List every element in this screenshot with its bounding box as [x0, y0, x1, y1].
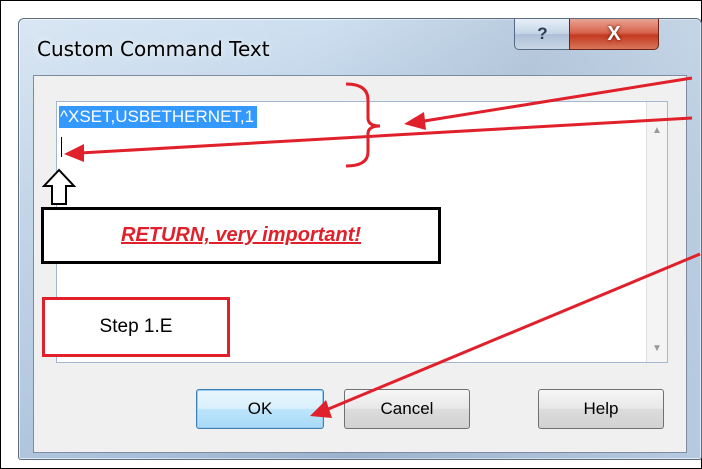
scroll-down-icon[interactable]: ▼: [647, 338, 667, 358]
step-label-box: Step 1.E: [42, 297, 230, 357]
cancel-button[interactable]: Cancel: [344, 389, 470, 429]
vertical-scrollbar[interactable]: ▲ ▼: [646, 102, 667, 362]
help-button[interactable]: Help: [538, 389, 664, 429]
scroll-up-icon[interactable]: ▲: [647, 120, 667, 140]
title-bar: Custom Command Text ? X: [19, 19, 701, 71]
ok-button[interactable]: OK: [196, 389, 324, 429]
return-note-callout: RETURN, very important!: [41, 207, 441, 264]
close-button[interactable]: X: [569, 19, 659, 50]
text-caret: [61, 137, 62, 157]
dialog-title: Custom Command Text: [37, 37, 270, 61]
close-icon: X: [607, 22, 621, 45]
question-icon: ?: [537, 24, 548, 43]
step-label-text: Step 1.E: [99, 316, 173, 337]
command-text-selected: ^XSET,USBETHERNET,1: [59, 106, 258, 128]
return-note-text: RETURN, very important!: [120, 224, 362, 246]
dialog-client-area: ^XSET,USBETHERNET,1 ▲ ▼ OK Cancel Help: [33, 75, 687, 453]
help-title-button[interactable]: ?: [514, 19, 571, 50]
